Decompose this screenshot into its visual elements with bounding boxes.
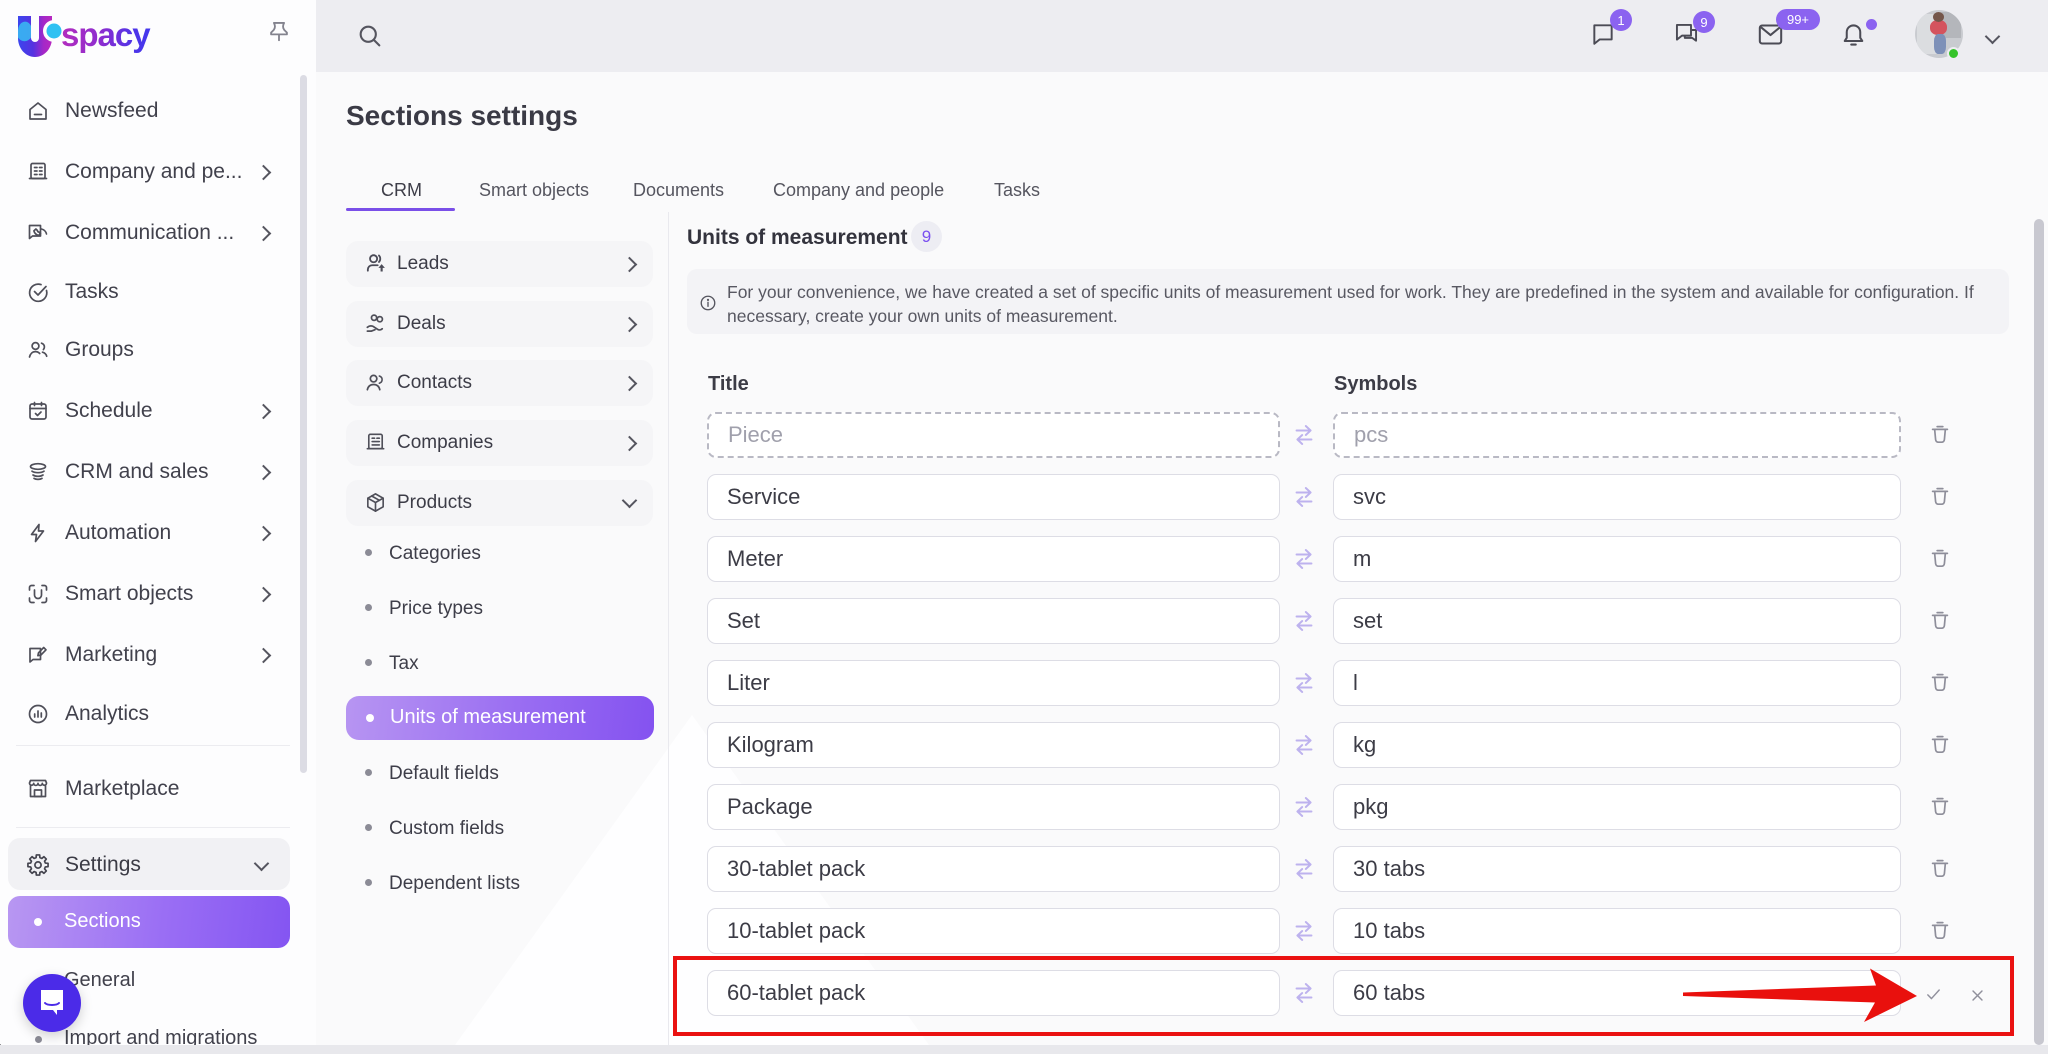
svg-text:spacy: spacy bbox=[61, 16, 151, 53]
